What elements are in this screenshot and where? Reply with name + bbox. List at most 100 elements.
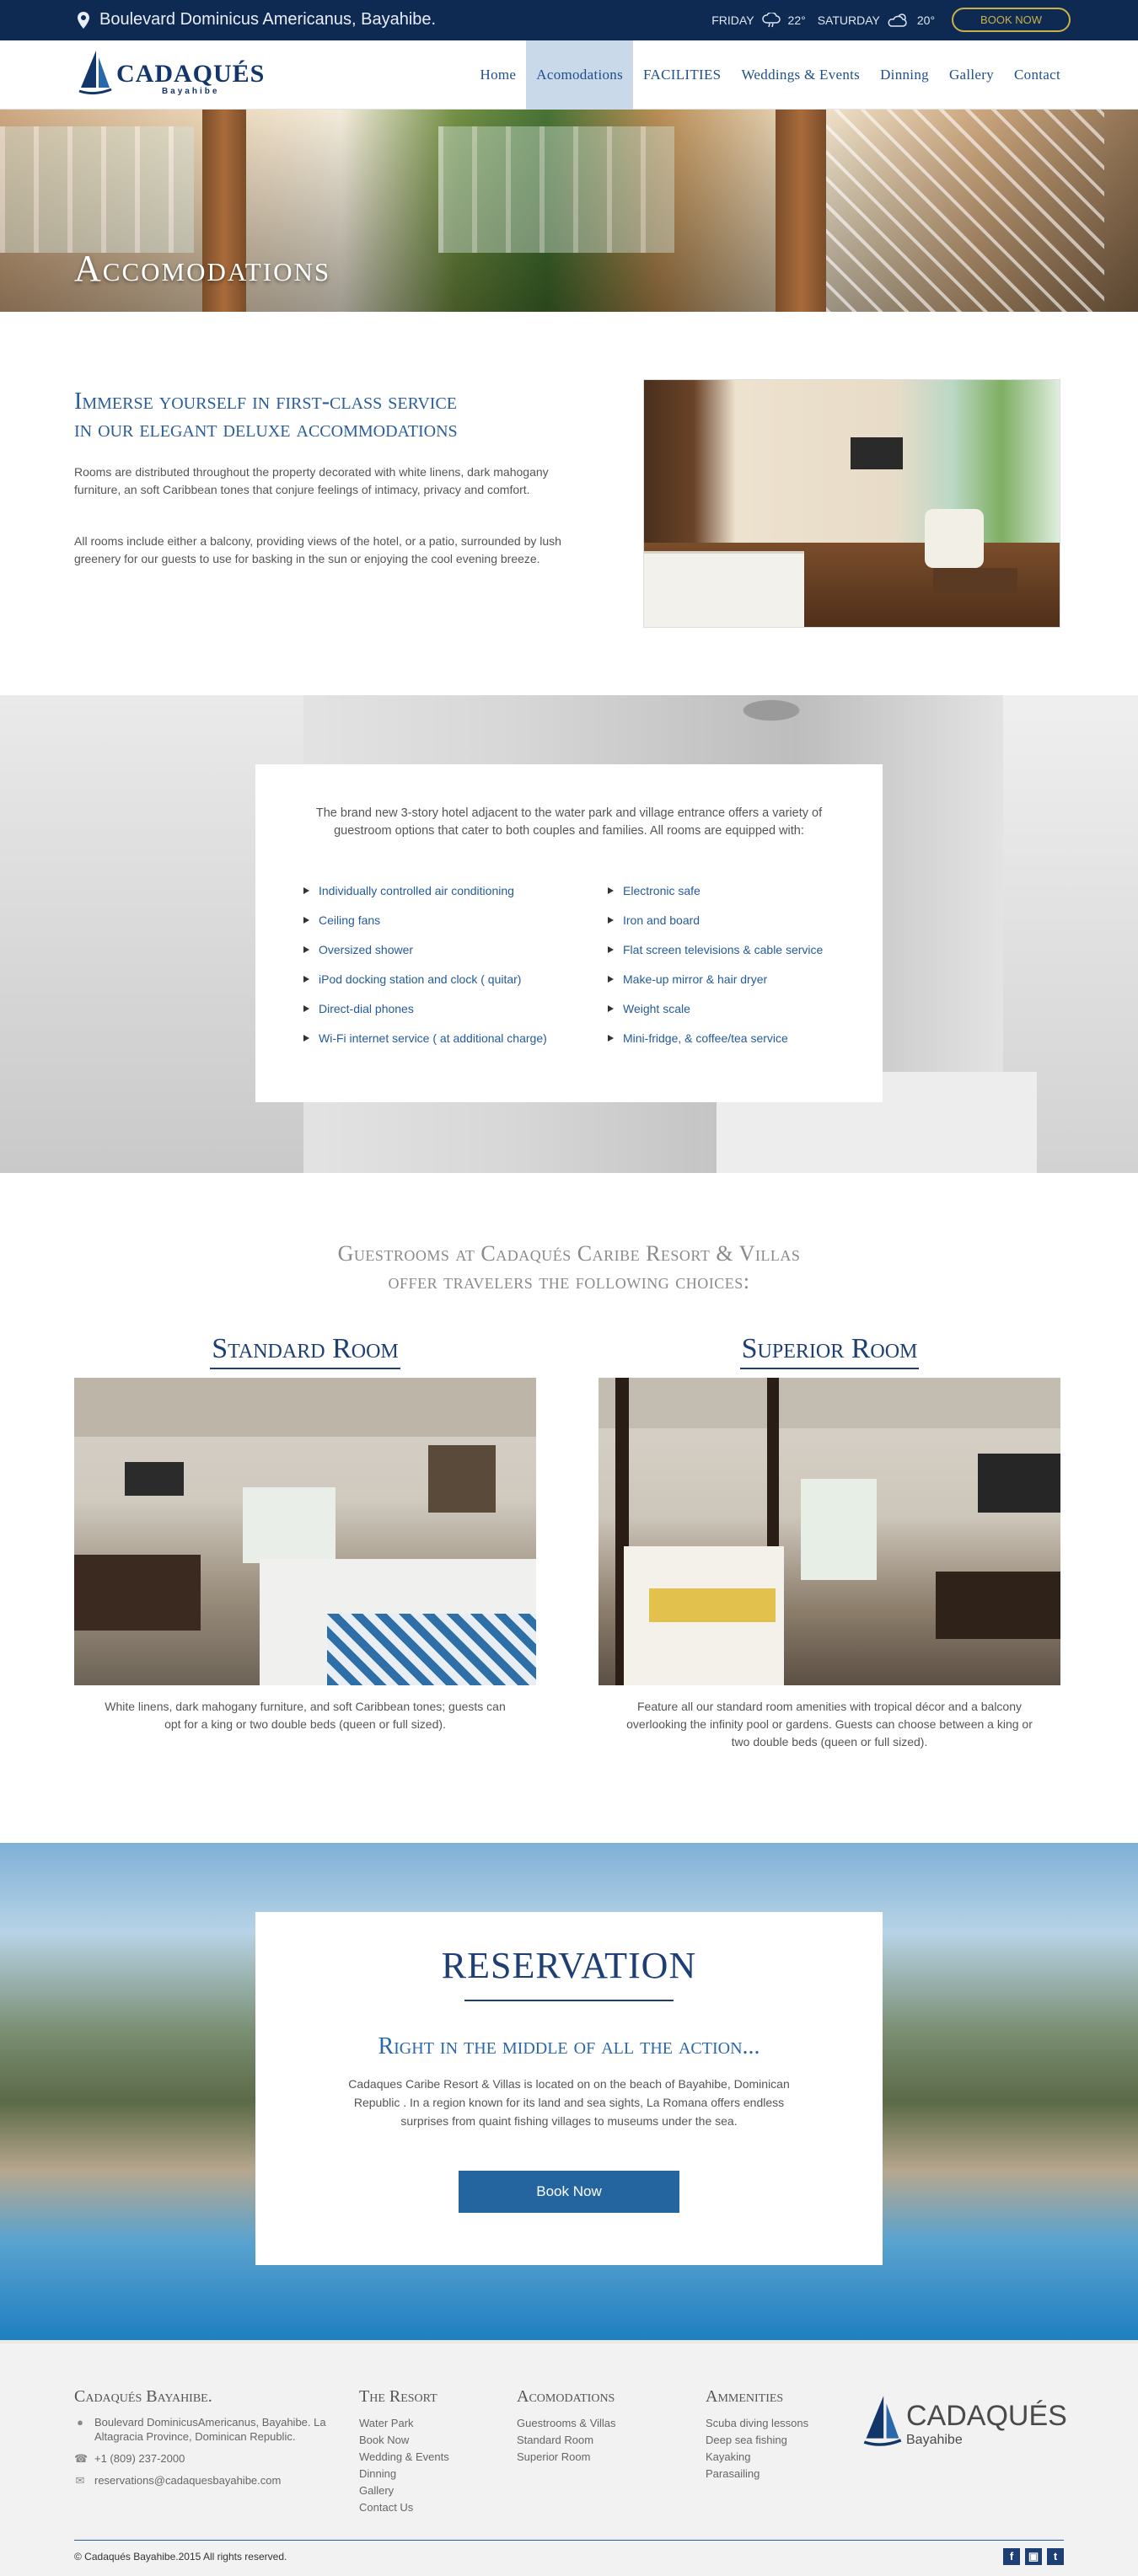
amenities-intro: The brand new 3-story hotel adjacent to … bbox=[315, 806, 823, 838]
instagram-icon[interactable]: ▣ bbox=[1025, 2548, 1042, 2565]
footer-link[interactable]: Deep sea fishing bbox=[706, 2432, 808, 2449]
title-underline bbox=[464, 2000, 674, 2001]
photo-tv bbox=[125, 1462, 184, 1496]
intro-heading-line: in our elegant deluxe accommodations bbox=[74, 416, 458, 442]
list-item: Weight scale bbox=[608, 994, 823, 1024]
twitter-icon[interactable]: t bbox=[1047, 2548, 1064, 2565]
nav-menu: Home Acomodations FACILITIES Weddings & … bbox=[470, 40, 1071, 110]
copyright: © Cadaqués Bayahibe.2015 All rights rese… bbox=[74, 2551, 287, 2563]
social-links: f ▣ t bbox=[1003, 2548, 1064, 2565]
nav-item-dinning[interactable]: Dinning bbox=[870, 40, 939, 110]
reservation-subtitle: Right in the middle of all the action... bbox=[378, 2033, 760, 2059]
weather-temp: 22° bbox=[787, 13, 806, 27]
hero-window bbox=[438, 126, 674, 253]
nav-item-weddings[interactable]: Weddings & Events bbox=[731, 40, 870, 110]
photo-window bbox=[801, 1479, 877, 1580]
footer-link[interactable]: Kayaking bbox=[706, 2449, 808, 2466]
rain-cloud-icon bbox=[761, 12, 781, 27]
list-item: Wi-Fi internet service ( at additional c… bbox=[303, 1024, 547, 1053]
nav-item-facilities[interactable]: FACILITIES bbox=[633, 40, 731, 110]
photo-ottoman bbox=[933, 568, 1017, 593]
list-item: Mini-fridge, & coffee/tea service bbox=[608, 1024, 823, 1053]
footer-address-text: Boulevard DominicusAmericanus, Bayahibe.… bbox=[94, 2416, 326, 2443]
list-item: Ceiling fans bbox=[303, 906, 547, 935]
logo-subtitle: Bayahibe bbox=[906, 2433, 963, 2447]
footer-resort-links: The Resort Water Park Book Now Wedding &… bbox=[359, 2387, 449, 2516]
footer-email[interactable]: ✉ reservations@cadaquesbayahibe.com bbox=[74, 2473, 352, 2488]
list-item: iPod docking station and clock ( quitar) bbox=[303, 965, 547, 994]
footer-link[interactable]: Parasailing bbox=[706, 2466, 808, 2482]
footer-contact: Cadaqués Bayahibe. ● Boulevard DominicusA… bbox=[74, 2387, 352, 2495]
footer-link[interactable]: Contact Us bbox=[359, 2499, 449, 2516]
weather-day-label: SATURDAY bbox=[817, 13, 880, 27]
envelope-icon: ✉ bbox=[75, 2474, 85, 2487]
footer-acomodation-links: Acomodations Guestrooms & Villas Standar… bbox=[517, 2387, 616, 2466]
logo-subtitle: Bayahibe bbox=[161, 87, 220, 96]
room-title[interactable]: Superior Room bbox=[599, 1333, 1060, 1369]
list-item: Electronic safe bbox=[608, 876, 823, 906]
room-description: Feature all our standard room amenities … bbox=[626, 1700, 1033, 1749]
photo-bedspread bbox=[327, 1614, 536, 1685]
list-item: Flat screen televisions & cable service bbox=[608, 935, 823, 965]
address: Boulevard Dominicus Americanus, Bayahibe… bbox=[78, 10, 436, 29]
cloud-sun-icon bbox=[888, 13, 907, 27]
list-item: Oversized shower bbox=[303, 935, 547, 965]
rooms-heading: Guestrooms at Cadaqués Caribe Resort & V… bbox=[0, 1240, 1138, 1295]
weather-temp: 20° bbox=[916, 13, 936, 27]
footer-link[interactable]: Superior Room bbox=[517, 2449, 616, 2466]
hero-pillar bbox=[776, 110, 826, 312]
weather-day-label: FRIDAY bbox=[711, 13, 754, 27]
footer-address: ● Boulevard DominicusAmericanus, Bayahibe… bbox=[74, 2415, 352, 2444]
photo-painting bbox=[428, 1445, 496, 1513]
logo[interactable]: CADAQUÉS Bayahibe bbox=[78, 49, 265, 96]
intro-section: Immerse yourself in first-class service i… bbox=[0, 312, 1138, 695]
footer-logo[interactable]: CADAQUÉS Bayahibe bbox=[862, 2394, 1067, 2448]
list-item: Iron and board bbox=[608, 906, 823, 935]
room-title-text[interactable]: Superior Room bbox=[739, 1333, 920, 1369]
book-now-button[interactable]: BOOK NOW bbox=[952, 8, 1071, 32]
footer-email-text[interactable]: reservations@cadaquesbayahibe.com bbox=[94, 2473, 281, 2488]
footer-link[interactable]: Scuba diving lessons bbox=[706, 2415, 808, 2432]
footer-link[interactable]: Book Now bbox=[359, 2432, 449, 2449]
intro-paragraph: Rooms are distributed throughout the pro… bbox=[74, 465, 549, 496]
footer-link[interactable]: Dinning bbox=[359, 2466, 449, 2482]
footer: Cadaqués Bayahibe. ● Boulevard DominicusA… bbox=[0, 2340, 1138, 2576]
superior-room-card: Superior Room Feature all our standard r… bbox=[599, 1333, 1060, 1751]
rooms-section: Guestrooms at Cadaqués Caribe Resort & V… bbox=[0, 1173, 1138, 1843]
footer-link[interactable]: Water Park bbox=[359, 2415, 449, 2432]
footer-phone[interactable]: ☎ +1 (809) 237-2000 bbox=[74, 2451, 352, 2466]
rooms-heading-line: Guestrooms at Cadaqués Caribe Resort & V… bbox=[337, 1241, 801, 1266]
list-item: Direct-dial phones bbox=[303, 994, 547, 1024]
intro-heading: Immerse yourself in first-class service i… bbox=[74, 388, 597, 443]
top-bar: Boulevard Dominicus Americanus, Bayahibe… bbox=[0, 0, 1138, 40]
footer-link[interactable]: Gallery bbox=[359, 2482, 449, 2499]
nav-item-acomodations[interactable]: Acomodations bbox=[526, 40, 634, 110]
weather-day: FRIDAY 22° bbox=[711, 12, 806, 28]
weather-day: SATURDAY 20° bbox=[818, 13, 935, 28]
photo-bed-runner bbox=[649, 1588, 776, 1622]
logo-wordmark: CADAQUÉS bbox=[906, 2400, 1067, 2432]
facebook-icon[interactable]: f bbox=[1003, 2548, 1020, 2565]
list-item: Individually controlled air conditioning bbox=[303, 876, 547, 906]
nav-item-home[interactable]: Home bbox=[470, 40, 527, 110]
book-now-button[interactable]: Book Now bbox=[459, 2171, 679, 2213]
rooms-heading-line: offer travelers the following choices: bbox=[388, 1269, 750, 1293]
photo-desk bbox=[74, 1555, 201, 1631]
nav-item-gallery[interactable]: Gallery bbox=[939, 40, 1004, 110]
room-title-text[interactable]: Standard Room bbox=[210, 1333, 400, 1369]
room-title[interactable]: Standard Room bbox=[74, 1333, 536, 1369]
footer-link[interactable]: Standard Room bbox=[517, 2432, 616, 2449]
footer-heading: Cadaqués Bayahibe. bbox=[74, 2387, 212, 2406]
room-photo bbox=[643, 379, 1060, 628]
intro-heading-line: Immerse yourself in first-class service bbox=[74, 388, 458, 415]
nav-item-contact[interactable]: Contact bbox=[1004, 40, 1071, 110]
hero-window bbox=[0, 126, 194, 253]
footer-link[interactable]: Wedding & Events bbox=[359, 2449, 449, 2466]
footer-heading: Acomodations bbox=[517, 2387, 615, 2406]
footer-phone-text[interactable]: +1 (809) 237-2000 bbox=[94, 2451, 185, 2466]
location-pin-icon bbox=[78, 11, 89, 29]
reservation-text: Cadaques Caribe Resort & Villas is locat… bbox=[348, 2077, 790, 2128]
footer-link[interactable]: Guestrooms & Villas bbox=[517, 2415, 616, 2432]
list-item: Make-up mirror & hair dryer bbox=[608, 965, 823, 994]
footer-divider bbox=[74, 2540, 1064, 2541]
